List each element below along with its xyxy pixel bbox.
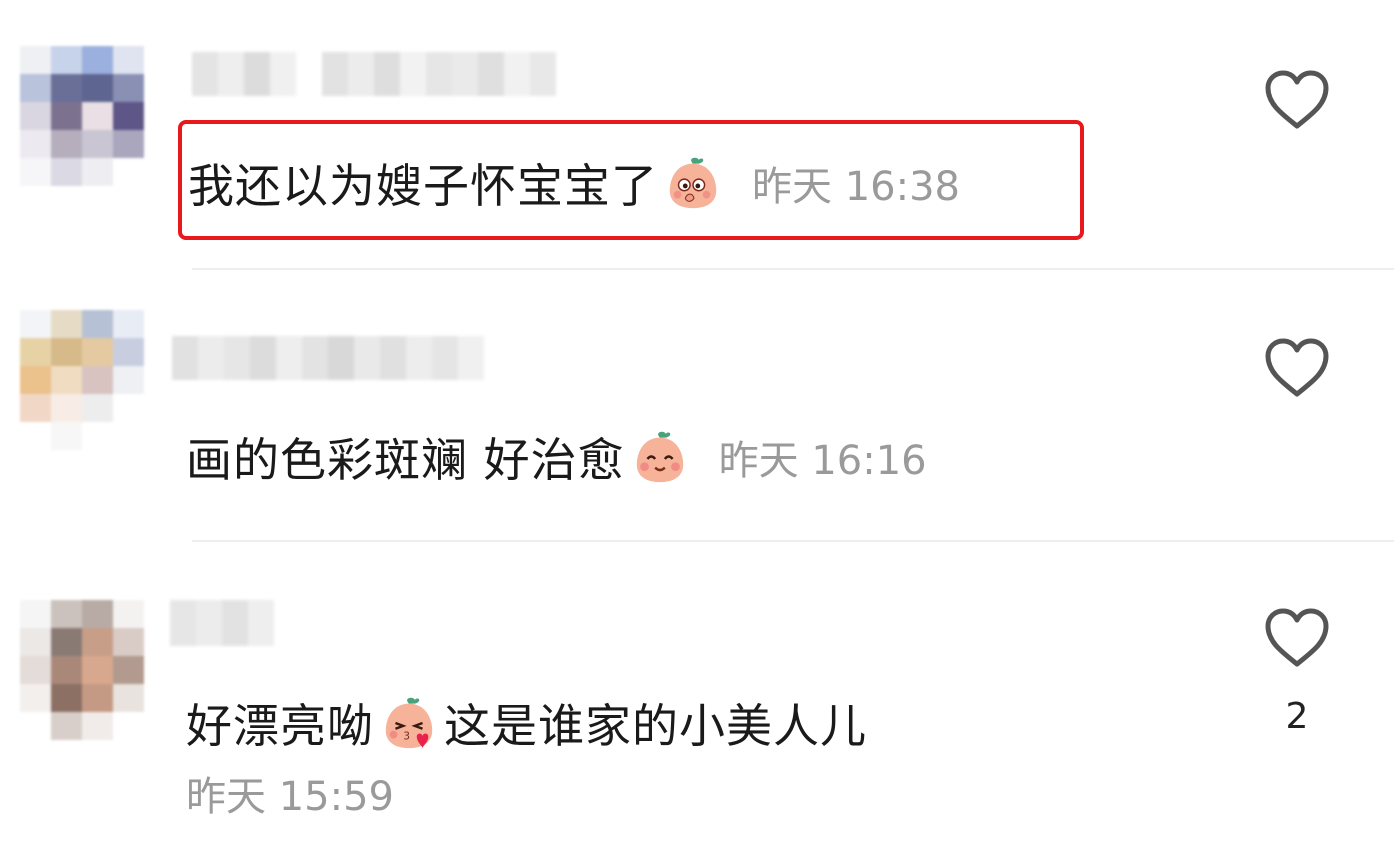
heart-outline-icon xyxy=(1265,338,1329,397)
peach-smile-emoji-icon xyxy=(631,428,689,486)
like-button[interactable] xyxy=(1262,68,1332,132)
comment-time: 昨天 15:59 xyxy=(186,774,394,820)
comment-divider xyxy=(192,540,1394,542)
comment-text-part-1: 好漂亮呦 xyxy=(186,699,374,753)
username-blurred[interactable] xyxy=(172,336,484,380)
like-count: 2 xyxy=(1285,696,1309,737)
comment-time: 昨天 16:16 xyxy=(718,438,927,484)
comment-text-part-2: 这是谁家的小美人儿 xyxy=(444,699,867,753)
username-blurred[interactable] xyxy=(170,600,274,646)
comment-text: 画的色彩斑斓 好治愈 xyxy=(186,433,625,487)
comment-body: 画的色彩斑斓 好治愈 昨天 16:16 xyxy=(186,424,927,490)
svg-text:3: 3 xyxy=(403,729,410,742)
heart-outline-icon xyxy=(1265,70,1329,129)
avatar[interactable] xyxy=(20,600,144,740)
comment-divider xyxy=(192,268,1394,270)
heart-outline-icon xyxy=(1265,608,1329,667)
avatar[interactable] xyxy=(20,310,144,450)
like-button[interactable] xyxy=(1262,336,1332,400)
comment-body: 好漂亮呦 3 这是谁家的小美人儿 xyxy=(186,690,867,756)
highlight-box xyxy=(178,120,1084,240)
peach-kiss-emoji-icon: 3 xyxy=(380,694,438,752)
username-blurred[interactable] xyxy=(192,52,556,96)
like-button[interactable] xyxy=(1262,606,1332,670)
avatar[interactable] xyxy=(20,46,144,186)
